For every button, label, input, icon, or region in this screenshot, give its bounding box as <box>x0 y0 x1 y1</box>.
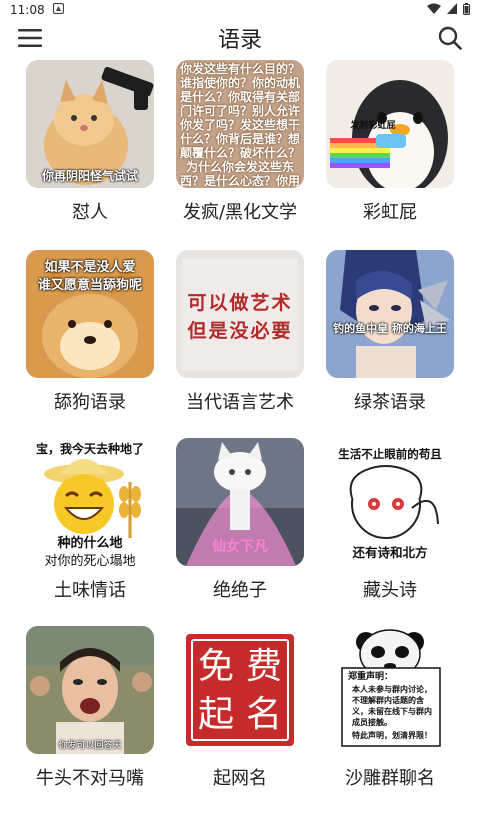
category-image-caption: 你发可以回答天 <box>58 741 122 751</box>
wifi-icon <box>427 3 441 17</box>
category-image-farmer-emoji: 宝，我今天去种地了 种的什么地 对你的死心塌地 <box>26 438 154 566</box>
category-card-juejuezi[interactable]: 仙女下凡 绝绝子 <box>176 438 304 602</box>
category-label: 沙雕群聊名 <box>345 768 435 789</box>
notification-icon <box>52 2 64 17</box>
category-image-penguin: 发射彩虹屁 <box>326 60 454 188</box>
app-bar: 语录 <box>0 20 480 56</box>
category-label: 绝绝子 <box>213 580 267 601</box>
category-card-niutou-mazui[interactable]: 你发可以回答天 牛头不对马嘴 <box>26 626 154 790</box>
category-image-caption: 你再阴阳怪气试试 <box>41 169 138 183</box>
sign-footer: 特此声明，划清界限！ <box>352 731 432 740</box>
category-image-art-text: 可以做艺术 但是没必要 <box>176 250 304 378</box>
category-label: 牛头不对马嘴 <box>36 768 144 789</box>
seal-char-4: 名 <box>246 694 282 735</box>
category-image-seal: 免 费 起 名 <box>176 626 304 754</box>
seal-char-3: 起 <box>198 694 234 735</box>
category-image-shiba: 如果不是没人爱 谁又愿意当舔狗呢 <box>26 250 154 378</box>
category-image-cat-gun: 你再阴阳怪气试试 <box>26 60 154 188</box>
category-image-shouting-woman: 你发可以回答天 <box>26 626 154 754</box>
category-image-caption-bottom: 对你的死心塌地 <box>44 554 136 566</box>
category-image-caption-top: 宝，我今天去种地了 <box>35 442 144 456</box>
category-card-tuwei-qinghua[interactable]: 宝，我今天去种地了 种的什么地 对你的死心塌地 土味情话 <box>26 438 154 602</box>
category-card-shadiao-qunming[interactable]: 郑重声明： 本人未参与群内讨论，不理解群内话题的含义，未留在线下与群内成员接触。… <box>326 626 454 790</box>
category-card-lvcha[interactable]: 钓的鱼中皇 称的海上王 绿茶语录 <box>326 250 454 414</box>
category-label: 彩虹屁 <box>363 202 417 223</box>
category-label: 土味情话 <box>54 580 126 601</box>
category-card-duiren[interactable]: 你再阴阳怪气试试 怼人 <box>26 60 154 224</box>
category-image-white-cat: 仙女下凡 <box>176 438 304 566</box>
category-image-caption: 仙女下凡 <box>212 539 268 555</box>
category-label: 舔狗语录 <box>54 392 126 413</box>
category-card-tiangou[interactable]: 如果不是没人爱 谁又愿意当舔狗呢 舔狗语录 <box>26 250 154 414</box>
category-label: 怼人 <box>72 202 108 223</box>
seal-char-1: 免 <box>198 646 234 687</box>
category-label: 发疯/黑化文学 <box>182 202 298 223</box>
category-image-caption-line2: 但是没必要 <box>187 320 293 342</box>
category-card-qi-wangming[interactable]: 免 费 起 名 起网名 <box>176 626 304 790</box>
category-image-caption-mid: 种的什么地 <box>57 536 123 551</box>
status-bar: 11:08 <box>0 0 480 20</box>
seal-char-2: 费 <box>246 646 282 687</box>
category-grid: 你再阴阳怪气试试 怼人 你发这些有什么目的？谁指使你的？你的动机是什么？你取得有… <box>0 60 480 815</box>
category-label: 起网名 <box>213 768 267 789</box>
category-card-fafeng[interactable]: 你发这些有什么目的？谁指使你的？你的动机是什么？你取得有关部门许可了吗？别人允许… <box>176 60 304 224</box>
category-image-caption: 钓的鱼中皇 称的海上王 <box>333 322 447 335</box>
sign-title: 郑重声明： <box>348 672 394 682</box>
category-image-caption-line2: 谁又愿意当舔狗呢 <box>37 278 142 293</box>
menu-icon <box>18 29 42 47</box>
category-card-yuyan-yishu[interactable]: 可以做艺术 但是没必要 当代语言艺术 <box>176 250 304 414</box>
category-card-caihongpi[interactable]: 发射彩虹屁 彩虹屁 <box>326 60 454 224</box>
status-time: 11:08 <box>10 3 45 17</box>
category-image-caption: 你发这些有什么目的？谁指使你的？你的动机是什么？你取得有关部门许可了吗？别人允许… <box>176 60 304 188</box>
page-title: 语录 <box>217 28 262 53</box>
category-image-cartoon-girl: 生活不止眼前的苟且 还有诗和北方 <box>326 438 454 566</box>
category-image-caption-bottom: 还有诗和北方 <box>352 545 428 560</box>
signal-icon <box>447 3 457 17</box>
category-image-caption: 发射彩虹屁 <box>350 121 396 131</box>
category-image-caption-top: 生活不止眼前的苟且 <box>338 447 442 461</box>
category-label: 当代语言艺术 <box>186 392 294 413</box>
search-button[interactable] <box>436 24 464 52</box>
category-card-cangtoushi[interactable]: 生活不止眼前的苟且 还有诗和北方 藏头诗 <box>326 438 454 602</box>
search-icon <box>438 26 462 50</box>
category-label: 绿茶语录 <box>354 392 426 413</box>
category-image-anime-woman: 钓的鱼中皇 称的海上王 <box>326 250 454 378</box>
category-image-text-wall: 你发这些有什么目的？谁指使你的？你的动机是什么？你取得有关部门许可了吗？别人允许… <box>176 60 304 188</box>
category-image-panda-sign: 郑重声明： 本人未参与群内讨论，不理解群内话题的含义，未留在线下与群内成员接触。… <box>326 626 454 754</box>
category-image-caption-line1: 可以做艺术 <box>187 292 293 314</box>
battery-icon <box>463 2 470 18</box>
category-label: 藏头诗 <box>363 580 417 601</box>
sign-body: 本人未参与群内讨论，不理解群内话题的含义，未留在线下与群内成员接触。 <box>352 685 432 727</box>
menu-button[interactable] <box>16 24 44 52</box>
category-image-caption-line1: 如果不是没人爱 <box>44 260 136 275</box>
